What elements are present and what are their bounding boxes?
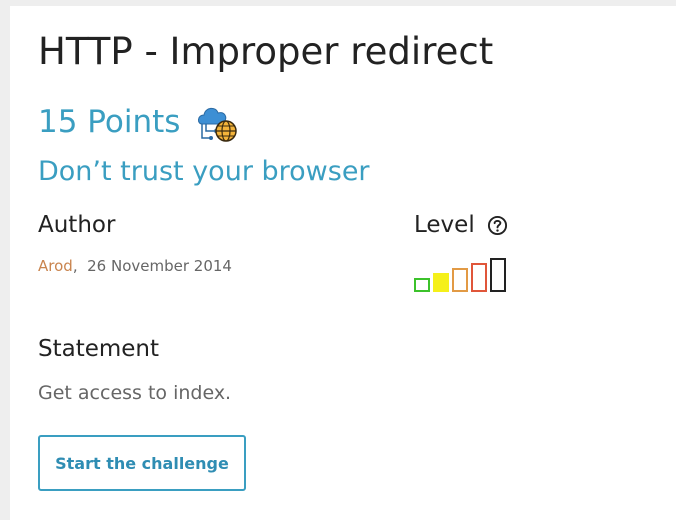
start-challenge-button[interactable]: Start the challenge — [38, 435, 246, 491]
level-bar-3 — [452, 268, 468, 292]
points-row: 15 Points — [38, 100, 240, 144]
statement-heading: Statement — [38, 336, 160, 362]
level-heading: Level — [414, 212, 475, 238]
points-value: 15 Points — [38, 104, 181, 140]
author-heading: Author — [38, 212, 116, 238]
author-name-link[interactable]: Arod — [38, 257, 73, 275]
author-line: Arod, 26 November 2014 — [38, 257, 232, 275]
cloud-globe-icon — [198, 107, 238, 142]
level-bar-5 — [490, 258, 506, 292]
level-heading-row: Level — [414, 212, 508, 238]
level-bar-4 — [471, 263, 487, 292]
author-separator: , — [72, 257, 78, 275]
question-circle-icon[interactable] — [487, 215, 508, 236]
challenge-title: HTTP - Improper redirect — [38, 30, 494, 73]
level-bar-2 — [433, 273, 449, 292]
difficulty-level-indicator — [414, 258, 506, 292]
level-bar-1 — [414, 278, 430, 292]
challenge-card: HTTP - Improper redirect 15 Points Don’t… — [10, 6, 676, 520]
publish-date: 26 November 2014 — [87, 257, 232, 275]
challenge-subtitle: Don’t trust your browser — [38, 156, 370, 187]
statement-text: Get access to index. — [38, 382, 232, 404]
